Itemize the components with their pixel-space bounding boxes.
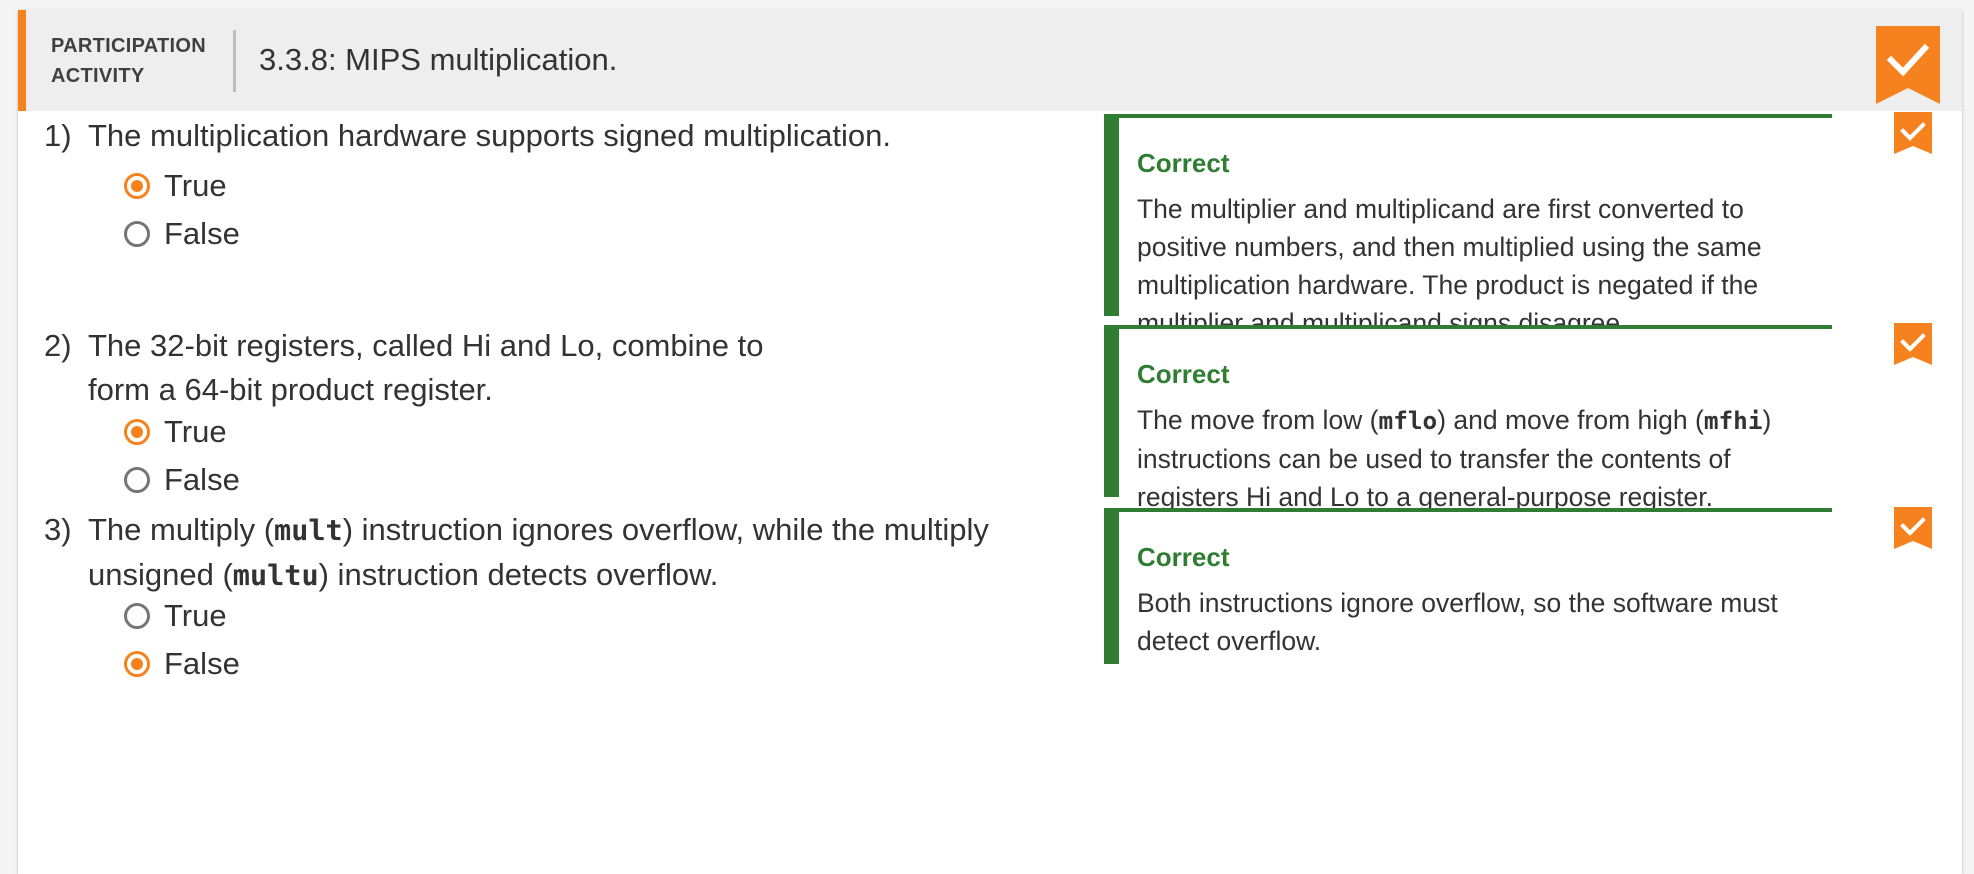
header-divider — [233, 30, 236, 92]
check-bookmark-icon — [1894, 507, 1932, 549]
header-accent-bar — [18, 10, 26, 111]
option-label: False — [164, 646, 240, 681]
radio-button-selected[interactable] — [124, 173, 150, 199]
activity-header: Participation Activity 3.3.8: MIPS multi… — [18, 10, 1962, 111]
radio-button-selected[interactable] — [124, 651, 150, 677]
feedback-panel-3: Correct Both instructions ignore overflo… — [1104, 508, 1832, 664]
option-label: True — [164, 168, 227, 203]
check-bookmark-icon — [1876, 26, 1940, 104]
question-text-part: ) instruction detects overflow. — [318, 557, 719, 592]
code-mult: mult — [274, 514, 343, 547]
feedback-text-part: The move from low ( — [1137, 405, 1379, 435]
feedback-title: Correct — [1137, 148, 1230, 178]
feedback-text: Both instructions ignore overflow, so th… — [1137, 588, 1778, 656]
option-label: False — [164, 216, 240, 251]
question-number: 2) — [44, 328, 72, 363]
option-false[interactable]: False — [124, 642, 240, 686]
feedback-text: The move from low (mflo) and move from h… — [1137, 401, 1827, 516]
activity-type-label-line1: Participation — [51, 35, 207, 57]
participation-activity-card: Participation Activity 3.3.8: MIPS multi… — [18, 10, 1962, 874]
radio-button[interactable] — [124, 467, 150, 493]
feedback-text: The multiplier and multiplicand are firs… — [1137, 194, 1762, 338]
option-false[interactable]: False — [124, 458, 240, 502]
code-multu: multu — [232, 559, 319, 592]
page-background: Participation Activity 3.3.8: MIPS multi… — [0, 0, 1974, 874]
radio-button[interactable] — [124, 221, 150, 247]
activity-type-label-line2: Activity — [51, 65, 145, 87]
option-true[interactable]: True — [124, 410, 227, 454]
option-label: False — [164, 462, 240, 497]
question-number: 3) — [44, 512, 72, 547]
question-number: 1) — [44, 118, 72, 153]
feedback-text-part: ) and move from high ( — [1437, 405, 1704, 435]
question-text: The multiply (mult) instruction ignores … — [88, 508, 1068, 598]
option-label: True — [164, 598, 227, 633]
check-bookmark-icon — [1894, 323, 1932, 365]
question-text: The multiplication hardware supports sig… — [88, 118, 891, 153]
activity-type-label: Participation Activity — [51, 31, 211, 91]
feedback-title: Correct — [1137, 542, 1230, 572]
check-bookmark-icon — [1894, 112, 1932, 154]
code-mfhi: mfhi — [1703, 406, 1763, 435]
option-false[interactable]: False — [124, 212, 240, 256]
feedback-panel-2: Correct The move from low (mflo) and mov… — [1104, 325, 1832, 512]
feedback-panel-1: Correct The multiplier and multiplicand … — [1104, 114, 1832, 338]
radio-button-selected[interactable] — [124, 419, 150, 445]
activity-title: 3.3.8: MIPS multiplication. — [259, 42, 618, 77]
option-true[interactable]: True — [124, 594, 227, 638]
question-text: The 32-bit registers, called Hi and Lo, … — [88, 328, 764, 407]
option-label: True — [164, 414, 227, 449]
radio-button[interactable] — [124, 603, 150, 629]
option-true[interactable]: True — [124, 164, 227, 208]
feedback-title: Correct — [1137, 359, 1230, 389]
code-mflo: mflo — [1378, 406, 1438, 435]
question-text-part: The multiply ( — [88, 512, 275, 547]
